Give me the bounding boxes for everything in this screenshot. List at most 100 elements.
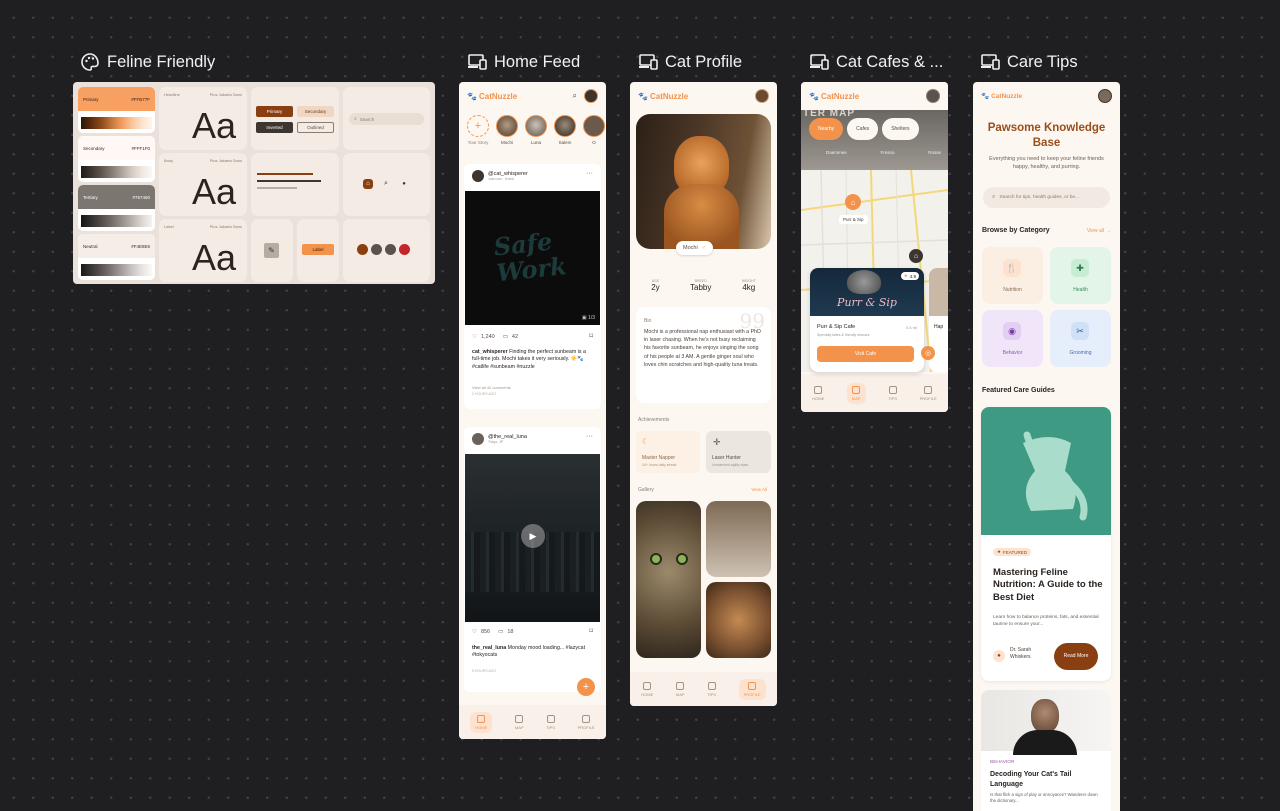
brand-logo[interactable]: 🐾 CatNuzzle: [809, 92, 859, 101]
story-item[interactable]: Salem: [554, 115, 576, 145]
primary-button[interactable]: Primary: [256, 106, 293, 117]
fab-user-icon[interactable]: [371, 244, 382, 255]
view-comments-link[interactable]: View all 42 comments: [472, 385, 511, 390]
nav-tips[interactable]: TIPS: [888, 385, 897, 401]
cat-photo[interactable]: [636, 114, 771, 249]
nav-home[interactable]: HOME: [641, 681, 653, 697]
add-post-button[interactable]: +: [577, 678, 595, 696]
read-more-button[interactable]: Read More: [1054, 643, 1098, 670]
story-item[interactable]: O: [583, 115, 605, 145]
category-nutrition[interactable]: 🍴 Nutrition: [982, 247, 1043, 304]
nav-tips[interactable]: TIPS: [546, 714, 555, 730]
cat-name-chip[interactable]: Mochi ♂: [676, 241, 713, 255]
comment-icon[interactable]: ▭: [498, 629, 503, 635]
category-grooming[interactable]: ✂ Grooming: [1050, 310, 1111, 367]
fab-delete-icon[interactable]: [399, 244, 410, 255]
avatar[interactable]: [755, 89, 769, 103]
filter-shelters[interactable]: Shelters: [882, 118, 919, 140]
play-icon[interactable]: ▶: [521, 524, 545, 548]
visit-cafe-button[interactable]: Visit Cafe: [817, 346, 914, 362]
nav-map[interactable]: MAP: [676, 681, 685, 697]
map-pin[interactable]: ⌂: [845, 194, 861, 210]
swatch-primary[interactable]: Primary #FFB77F: [78, 87, 155, 133]
nav-map[interactable]: MAP: [515, 714, 524, 730]
secondary-button[interactable]: Secondary: [297, 106, 334, 117]
outlined-button[interactable]: Outlined: [297, 122, 334, 133]
frame-label-cat-profile[interactable]: Cat Profile: [638, 51, 778, 73]
edit-icon[interactable]: ✎: [264, 243, 279, 258]
label-chip[interactable]: Label: [302, 244, 334, 255]
swatch-neutral[interactable]: Neutral #F4E8E6: [78, 234, 155, 280]
gallery-image[interactable]: [706, 582, 771, 658]
home-icon[interactable]: ⌂: [363, 179, 373, 189]
heart-icon[interactable]: ♡: [472, 334, 477, 340]
filter-nearby[interactable]: Nearby: [809, 118, 844, 140]
bottom-nav: HOME MAP TIPS PROFILE: [459, 705, 606, 739]
nav-profile[interactable]: PROFILE: [738, 678, 766, 700]
post-avatar[interactable]: [472, 170, 484, 182]
nav-home[interactable]: HOME: [812, 385, 824, 401]
type-card-headline[interactable]: Headline Plus Jakarta Sans Aa: [159, 87, 247, 150]
post-avatar[interactable]: [472, 433, 484, 445]
care-tips-frame[interactable]: 🐾 CatNuzzle Pawsome Knowledge Base Everyt…: [973, 82, 1120, 811]
cat-profile-frame[interactable]: 🐾 CatNuzzle Mochi ♂ AGE 2y BREED Tabby WEIG…: [630, 82, 777, 706]
nav-profile[interactable]: PROFILE: [920, 385, 937, 401]
nav-home[interactable]: HOME: [470, 711, 493, 733]
post-video[interactable]: Safe Work ▣ 1/3: [465, 191, 600, 325]
achievement-card[interactable]: ☾ Master Napper 14+ hours daily streak: [636, 431, 700, 473]
more-icon[interactable]: ···: [586, 433, 593, 440]
locate-icon[interactable]: ◎: [921, 346, 935, 360]
guide-card[interactable]: BEHAVIOR Decoding Your Cat's Tail Langua…: [981, 690, 1111, 811]
story-your[interactable]: + Your Story: [467, 115, 489, 145]
brand-logo[interactable]: 🐾 CatNuzzle: [638, 92, 688, 101]
nav-profile[interactable]: PROFILE: [578, 714, 595, 730]
more-icon[interactable]: ···: [586, 170, 593, 177]
comment-icon[interactable]: ▭: [503, 334, 508, 340]
fab-edit-icon[interactable]: [357, 244, 368, 255]
user-icon[interactable]: ●: [399, 179, 409, 189]
view-all-link[interactable]: View All: [751, 487, 767, 492]
nav-label: HOME: [475, 724, 488, 730]
featured-guide-card[interactable]: ★ FEATURED Mastering Feline Nutrition: A …: [981, 407, 1111, 681]
filter-cafes[interactable]: Cafes: [847, 118, 879, 140]
gallery-image[interactable]: [636, 501, 701, 658]
post-video[interactable]: ▶: [465, 454, 600, 622]
story-item[interactable]: Mochi: [496, 115, 518, 145]
stat-breed: BREED Tabby: [690, 279, 711, 292]
frame-label-cat-cafes[interactable]: Cat Cafes & ...: [809, 51, 949, 73]
frame-label-home-feed[interactable]: Home Feed: [467, 51, 607, 73]
search-input[interactable]: ⌕ Search for tips, health guides, or be.…: [983, 187, 1110, 208]
avatar[interactable]: [1098, 89, 1112, 103]
heart-icon[interactable]: ♡: [472, 629, 477, 635]
avatar[interactable]: [584, 89, 598, 103]
fab-clock-icon[interactable]: [385, 244, 396, 255]
view-all-link[interactable]: View all →: [1087, 228, 1111, 234]
brand-logo[interactable]: 🐾 CatNuzzle: [981, 92, 1022, 101]
cafe-card[interactable]: Purr & Sip ★ 4.9 Purr & Sip Cafe 0.4 mi S…: [810, 268, 924, 372]
type-card-body[interactable]: Body Plus Jakarta Sans Aa: [159, 153, 247, 216]
achievement-card[interactable]: ✛ Laser Hunter Unmatched agility stats: [706, 431, 771, 473]
category-health[interactable]: ✚ Health: [1050, 247, 1111, 304]
type-card-label[interactable]: Label Plus Jakarta Sans Aa: [159, 219, 247, 282]
category-behavior[interactable]: ◉ Behavior: [982, 310, 1043, 367]
swatch-secondary[interactable]: Secondary #FFF1F0: [78, 136, 155, 182]
search-input[interactable]: ⌕ Search: [349, 113, 424, 125]
home-pin[interactable]: ⌂: [909, 249, 923, 263]
gallery-image[interactable]: [706, 501, 771, 577]
nav-map[interactable]: MAP: [846, 382, 866, 404]
search-icon[interactable]: ⌕: [381, 179, 391, 189]
story-item[interactable]: Luna: [525, 115, 547, 145]
cat-cafes-frame[interactable]: 🐾 CatNuzzle TER MAP Nearby Cafes Shelters…: [801, 82, 948, 412]
inverted-button[interactable]: Inverted: [256, 122, 293, 133]
bookmark-icon[interactable]: ⌑: [589, 627, 593, 635]
nav-tips[interactable]: TIPS: [707, 681, 716, 697]
swatch-tertiary[interactable]: Tertiary #757460: [78, 185, 155, 231]
home-feed-frame[interactable]: 🐾 CatNuzzle ⌕ + Your Story Mochi Luna Sal…: [459, 82, 606, 739]
frame-label-design-system[interactable]: Feline Friendly: [80, 51, 215, 73]
brand-logo[interactable]: 🐾 CatNuzzle: [467, 92, 517, 101]
search-icon[interactable]: ⌕: [573, 91, 577, 101]
bookmark-icon[interactable]: ⌑: [589, 332, 593, 340]
design-system-frame[interactable]: Primary #FFB77F Secondary #FFF1F0 Tertia…: [73, 82, 435, 284]
frame-label-care-tips[interactable]: Care Tips: [980, 51, 1120, 73]
avatar[interactable]: [926, 89, 940, 103]
